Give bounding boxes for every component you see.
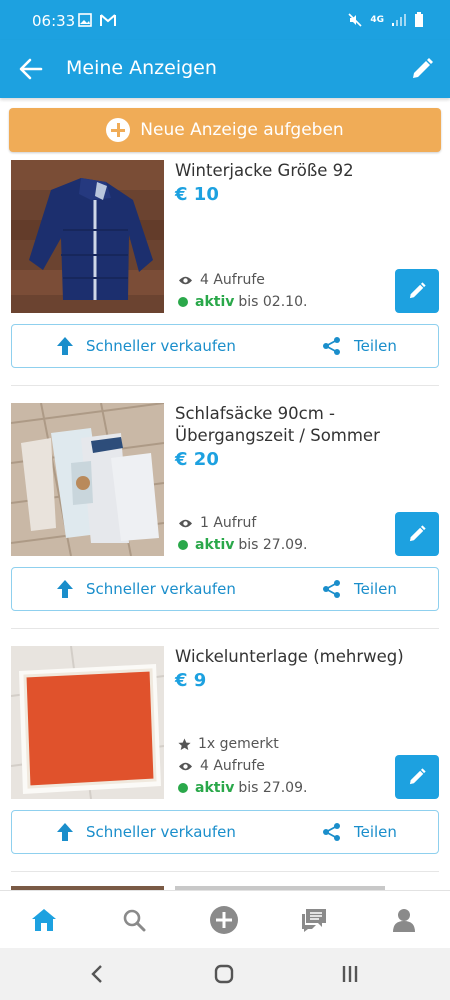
arrow-up-icon (57, 823, 73, 841)
views-text: 4 Aufrufe (200, 758, 265, 774)
share-icon (323, 580, 340, 598)
edit-listing-button[interactable] (395, 512, 439, 556)
divider (11, 385, 439, 386)
share-icon (323, 337, 340, 355)
nav-home[interactable] (29, 905, 59, 935)
divider (11, 628, 439, 629)
battery-icon (415, 12, 423, 27)
share-label: Teilen (354, 580, 397, 598)
listing-actions: Schneller verkaufen Teilen (11, 324, 439, 368)
listing-actions: Schneller verkaufen Teilen (11, 810, 439, 854)
gallery-notification-icon (78, 13, 92, 27)
new-ad-button[interactable]: Neue Anzeige aufgeben (9, 108, 441, 152)
status-dot-icon (178, 540, 188, 550)
listing-actions: Schneller verkaufen Teilen (11, 567, 439, 611)
listing-title: Winterjacke Größe 92 (175, 161, 354, 180)
status-until: bis 27.09. (238, 780, 308, 796)
system-navigation-bar (0, 948, 450, 1000)
edit-pencil-icon (409, 282, 426, 299)
views-text: 1 Aufruf (200, 515, 257, 531)
app-bar: Meine Anzeigen (0, 40, 450, 98)
status-dot-icon (178, 783, 188, 793)
edit-pencil-icon (409, 525, 426, 542)
listing-status: aktiv bis 27.09. (178, 537, 307, 553)
views-text: 4 Aufrufe (200, 272, 265, 288)
plus-circle-icon (106, 118, 131, 142)
eye-icon (179, 519, 192, 527)
sell-faster-label: Schneller verkaufen (86, 823, 236, 841)
nav-messages[interactable] (299, 905, 329, 935)
network-type: 4G (370, 15, 384, 25)
edit-pencil-icon (409, 768, 426, 785)
nav-search[interactable] (119, 905, 149, 935)
listing-status: aktiv bis 02.10. (178, 294, 307, 310)
eye-icon (179, 762, 192, 770)
eye-icon (179, 276, 192, 284)
listing-image-jacket[interactable] (11, 160, 164, 313)
share-icon (323, 823, 340, 841)
share-label: Teilen (354, 823, 397, 841)
gmail-notification-icon (100, 14, 116, 26)
page-title: Meine Anzeigen (66, 57, 217, 79)
listing-image-sleeping-bags[interactable] (11, 403, 164, 556)
system-back-icon[interactable] (90, 964, 104, 984)
sell-faster-button[interactable]: Schneller verkaufen (56, 336, 236, 356)
edit-listing-button[interactable] (395, 755, 439, 799)
status-text: aktiv (195, 537, 235, 553)
listing-item[interactable]: Schlafsäcke 90cm - Übergangszeit / Somme… (0, 403, 450, 628)
status-time: 06:33 (32, 12, 76, 30)
listing-title: Schlafsäcke 90cm - Übergangszeit / Somme… (175, 404, 380, 445)
status-dot-icon (178, 297, 188, 307)
sell-faster-button[interactable]: Schneller verkaufen (56, 822, 236, 842)
signal-icon (392, 14, 406, 26)
system-home-icon[interactable] (214, 964, 234, 984)
share-button[interactable]: Teilen (322, 579, 397, 599)
status-text: aktiv (195, 294, 235, 310)
share-button[interactable]: Teilen (322, 336, 397, 356)
listing-title: Wickelunterlage (mehrweg) (175, 647, 404, 666)
profile-icon (393, 909, 415, 932)
share-button[interactable]: Teilen (322, 822, 397, 842)
listing-item[interactable]: Winterjacke Größe 92 € 10 4 Aufrufe akti… (0, 160, 450, 385)
listing-image-changing-mat[interactable] (11, 646, 164, 799)
listing-views: 1 Aufruf (178, 515, 256, 531)
home-icon (32, 909, 56, 931)
listing-price: € 9 (175, 670, 207, 691)
status-text: aktiv (195, 780, 235, 796)
new-ad-label: Neue Anzeige aufgeben (140, 120, 344, 140)
listing-price: € 20 (175, 449, 219, 470)
edit-pencil-icon[interactable] (408, 55, 436, 83)
system-recents-icon[interactable] (340, 964, 360, 984)
arrow-up-icon (57, 337, 73, 355)
arrow-up-icon (57, 580, 73, 598)
search-icon (123, 909, 146, 932)
mute-icon (348, 13, 362, 27)
nav-profile[interactable] (389, 905, 419, 935)
listing-status: aktiv bis 27.09. (178, 780, 307, 796)
edit-listing-button[interactable] (395, 269, 439, 313)
status-bar: 06:33 4G (0, 0, 450, 40)
listing-views: 4 Aufrufe (178, 272, 265, 288)
divider (11, 871, 439, 872)
nav-add[interactable] (209, 905, 239, 935)
back-arrow-icon[interactable] (17, 55, 45, 83)
messages-icon (302, 909, 326, 932)
listing-views: 4 Aufrufe (178, 758, 265, 774)
star-icon (178, 738, 191, 750)
add-circle-icon (210, 906, 238, 934)
bottom-navigation (0, 890, 450, 949)
sell-faster-label: Schneller verkaufen (86, 337, 236, 355)
sell-faster-label: Schneller verkaufen (86, 580, 236, 598)
listing-price: € 10 (175, 184, 219, 205)
share-label: Teilen (354, 337, 397, 355)
status-until: bis 02.10. (238, 294, 308, 310)
watched-text: 1x gemerkt (198, 736, 279, 752)
sell-faster-button[interactable]: Schneller verkaufen (56, 579, 236, 599)
listing-watched: 1x gemerkt (178, 736, 279, 752)
status-until: bis 27.09. (238, 537, 308, 553)
listing-item[interactable]: Wickelunterlage (mehrweg) € 9 1x gemerkt… (0, 646, 450, 871)
